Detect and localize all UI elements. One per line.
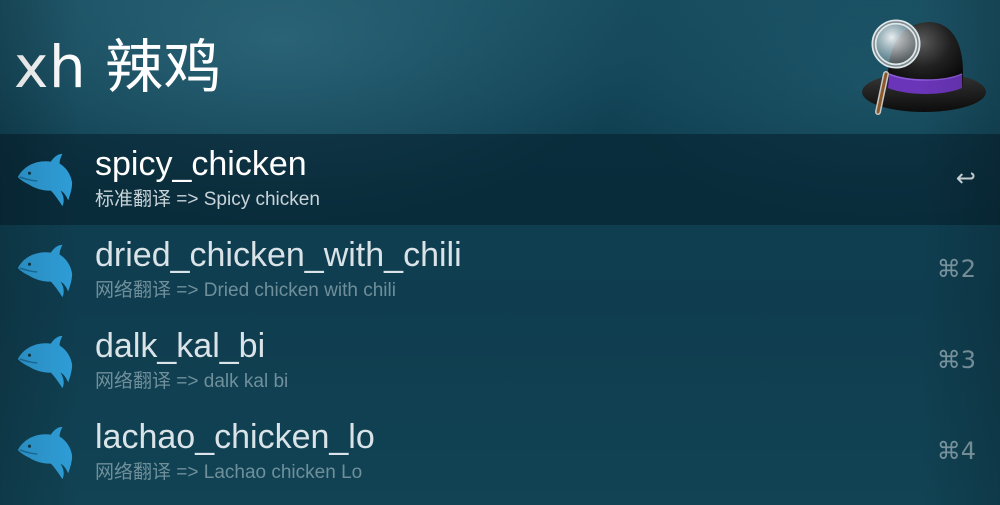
result-title: lachao_chicken_lo [95, 418, 375, 456]
result-row-1[interactable]: spicy_chicken 标准翻译 => Spicy chicken ↩ [0, 134, 1000, 225]
result-subtitle: 网络翻译 => dalk kal bi [95, 371, 289, 392]
shortcut-label: ⌘4 [936, 437, 976, 465]
results-list: spicy_chicken 标准翻译 => Spicy chicken ↩ dr… [0, 134, 1000, 498]
alfred-hat-icon [862, 19, 986, 115]
dolphin-icon [17, 153, 73, 207]
result-row-3[interactable]: dalk_kal_bi 网络翻译 => dalk kal bi ⌘3 [0, 316, 1000, 407]
result-row-4[interactable]: lachao_chicken_lo 网络翻译 => Lachao chicken… [0, 407, 1000, 498]
result-subtitle: 网络翻译 => Lachao chicken Lo [95, 462, 363, 483]
result-title: spicy_chicken [95, 145, 307, 183]
result-title: dried_chicken_with_chili [95, 236, 462, 274]
alfred-window: xh 辣鸡 spicy_chicken 标准翻译 => Spicy chicke… [0, 0, 1000, 505]
shortcut-label: ⌘2 [936, 255, 976, 283]
shortcut-label: ⌘3 [936, 346, 976, 374]
dolphin-icon [17, 335, 73, 389]
result-subtitle: 网络翻译 => Dried chicken with chili [95, 280, 396, 301]
query-input[interactable]: xh 辣鸡 [14, 22, 222, 112]
dolphin-icon [17, 426, 73, 480]
result-row-2[interactable]: dried_chicken_with_chili 网络翻译 => Dried c… [0, 225, 1000, 316]
query-bar[interactable]: xh 辣鸡 [0, 0, 1000, 132]
result-title: dalk_kal_bi [95, 327, 266, 365]
return-key-icon: ↩ [955, 164, 976, 192]
dolphin-icon [17, 244, 73, 298]
result-subtitle: 标准翻译 => Spicy chicken [95, 189, 320, 210]
